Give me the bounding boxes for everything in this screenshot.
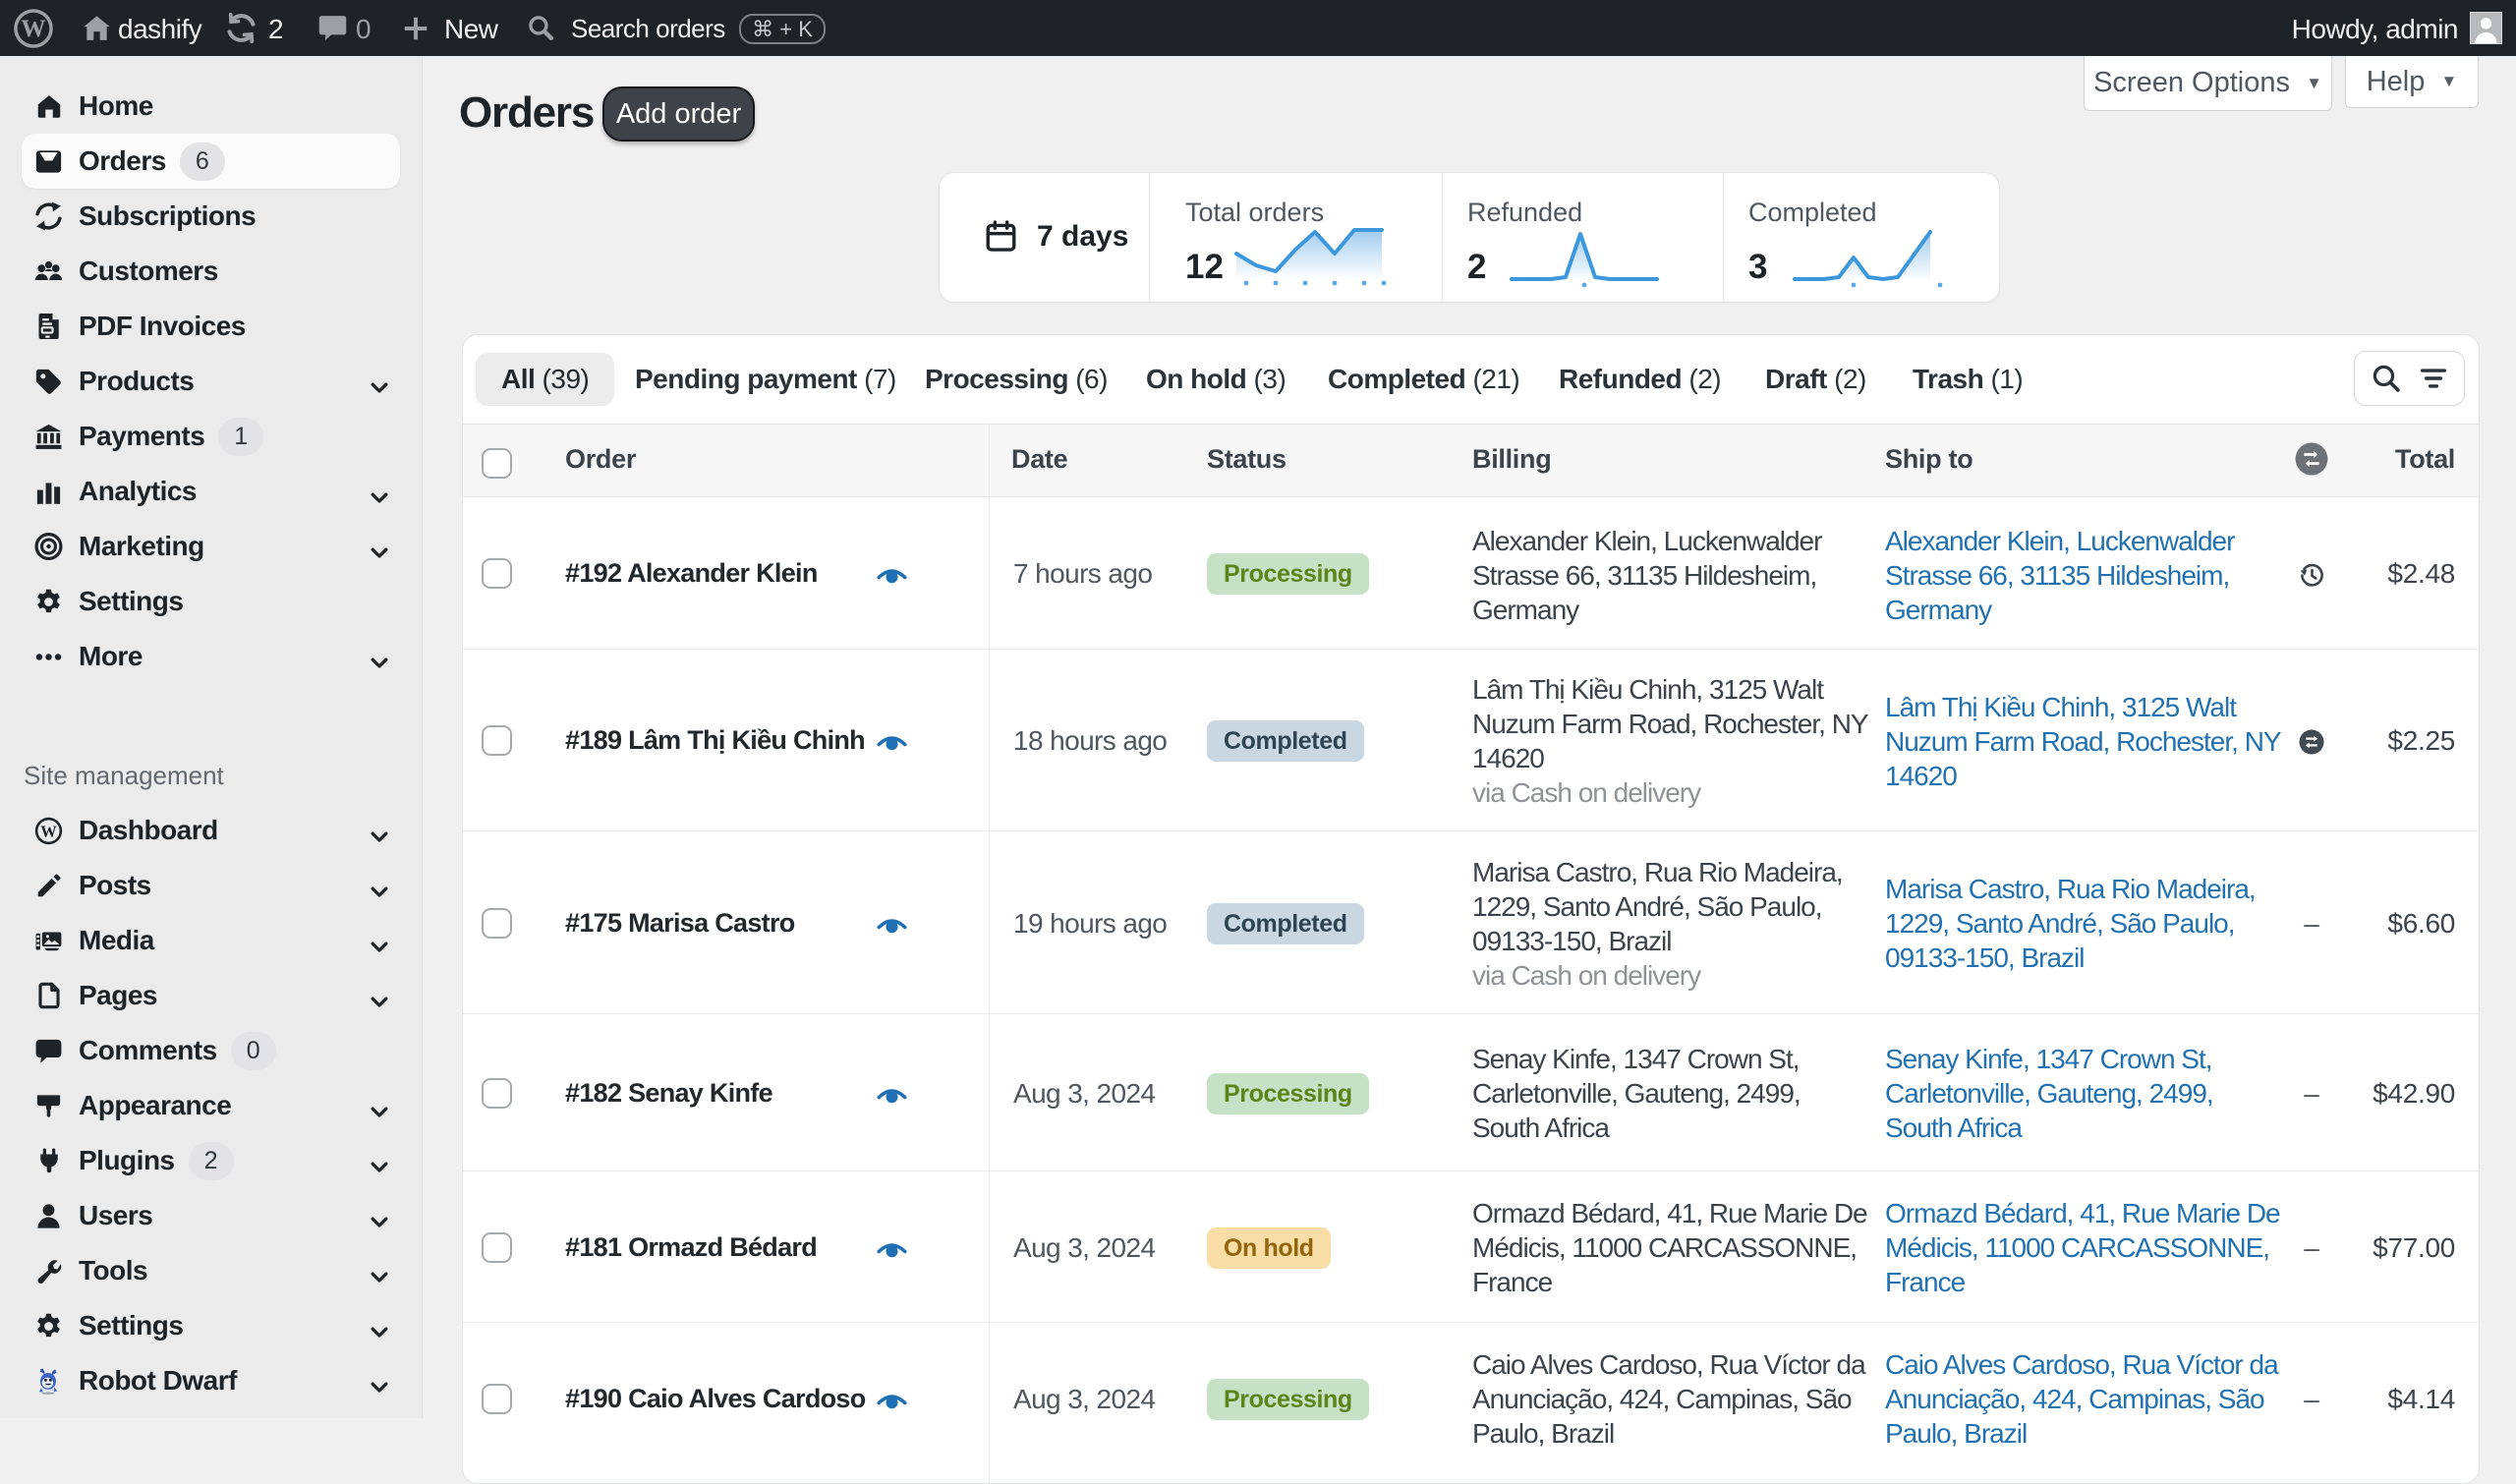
svg-text:W: W	[40, 822, 57, 840]
svg-text:W: W	[21, 16, 45, 42]
